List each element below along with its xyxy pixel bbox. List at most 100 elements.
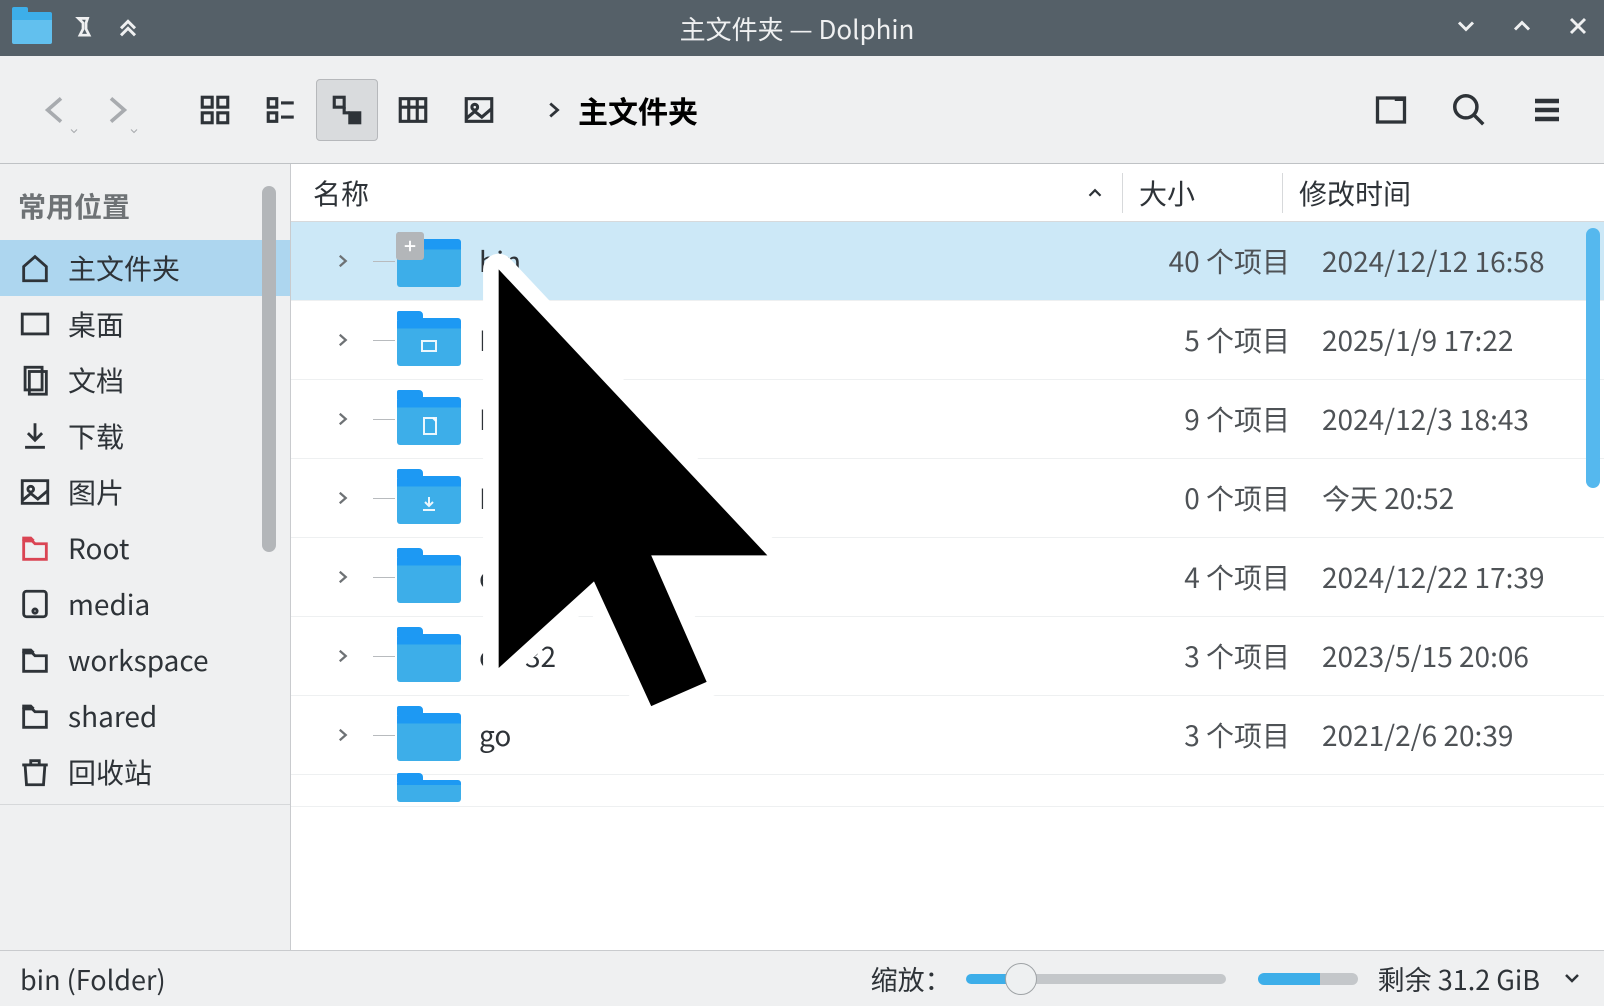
maximize-icon[interactable] bbox=[1508, 12, 1536, 45]
forward-button[interactable] bbox=[86, 75, 146, 145]
sidebar-divider bbox=[0, 804, 290, 805]
file-size: 9 个项目 bbox=[1146, 399, 1306, 439]
pin-icon[interactable] bbox=[70, 13, 96, 44]
file-name: env bbox=[479, 557, 1146, 597]
file-date: 2021/2/6 20:39 bbox=[1306, 715, 1604, 755]
file-size: 3 个项目 bbox=[1146, 636, 1306, 676]
statusbar-menu-icon[interactable] bbox=[1560, 959, 1584, 998]
file-date: 今天 20:52 bbox=[1306, 478, 1604, 518]
file-size: 0 个项目 bbox=[1146, 478, 1306, 518]
file-row[interactable]: Downloads 0 个项目 今天 20:52 bbox=[291, 459, 1604, 538]
sidebar-item-label: shared bbox=[68, 696, 157, 736]
folder-icon bbox=[397, 391, 467, 447]
file-row[interactable]: esp32 3 个项目 2023/5/15 20:06 bbox=[291, 617, 1604, 696]
sidebar-scrollbar[interactable] bbox=[262, 186, 276, 552]
expand-icon[interactable] bbox=[333, 331, 351, 349]
folder-icon bbox=[397, 628, 467, 684]
folder-icon bbox=[397, 778, 467, 804]
close-icon[interactable] bbox=[1564, 12, 1592, 45]
sidebar-item-label: workspace bbox=[68, 640, 209, 680]
file-name: go bbox=[479, 715, 1146, 755]
file-list: bin 40 个项目 2024/12/12 16:58 Desktop 5 个项… bbox=[291, 222, 1604, 950]
zoom-label: 缩放： bbox=[871, 959, 952, 998]
sidebar-item-trash[interactable]: 回收站 bbox=[0, 744, 290, 800]
file-date: 2024/12/3 18:43 bbox=[1306, 399, 1604, 439]
sidebar-item-downloads[interactable]: 下载 bbox=[0, 408, 290, 464]
expand-icon[interactable] bbox=[333, 252, 351, 270]
file-date: 2024/12/12 16:58 bbox=[1306, 241, 1604, 281]
file-row[interactable]: env 4 个项目 2024/12/22 17:39 bbox=[291, 538, 1604, 617]
sidebar-item-label: 桌面 bbox=[68, 304, 124, 344]
folder-icon bbox=[397, 470, 467, 526]
sidebar-item-label: media bbox=[68, 584, 150, 624]
file-name: bin bbox=[479, 241, 1146, 281]
icons-view-button[interactable] bbox=[184, 79, 246, 141]
expand-icon[interactable] bbox=[333, 647, 351, 665]
sidebar-item-label: Root bbox=[68, 528, 129, 568]
sidebar-item-label: 主文件夹 bbox=[68, 248, 180, 288]
file-name: esp32 bbox=[479, 636, 1146, 676]
file-date: 2024/12/22 17:39 bbox=[1306, 557, 1604, 597]
expand-icon[interactable] bbox=[333, 726, 351, 744]
file-date: 2025/1/9 17:22 bbox=[1306, 320, 1604, 360]
expand-icon[interactable] bbox=[333, 410, 351, 428]
sidebar-item-workspace[interactable]: workspace bbox=[0, 632, 290, 688]
file-name: Downloads bbox=[479, 478, 1146, 518]
compact-view-button[interactable] bbox=[250, 79, 312, 141]
window-titlebar: 主文件夹 — Dolphin bbox=[0, 0, 1604, 56]
statusbar: bin (Folder) 缩放： 剩余 31.2 GiB bbox=[0, 950, 1604, 1006]
status-selection: bin (Folder) bbox=[20, 959, 320, 998]
folder-icon bbox=[397, 312, 467, 368]
sidebar-item-label: 图片 bbox=[68, 472, 124, 512]
menu-button[interactable] bbox=[1516, 79, 1578, 141]
file-view: 名称 大小 修改时间 bin 40 个项目 2024/12/12 16:58 bbox=[290, 164, 1604, 950]
sidebar-heading: 常用位置 bbox=[0, 178, 290, 240]
app-icon bbox=[12, 12, 52, 44]
search-button[interactable] bbox=[1438, 79, 1500, 141]
toolbar: 主文件夹 bbox=[0, 56, 1604, 164]
sidebar: 常用位置 主文件夹 桌面 文档 下载 图片 Root media bbox=[0, 164, 290, 950]
sidebar-item-label: 文档 bbox=[68, 360, 124, 400]
zoom-slider-thumb[interactable] bbox=[1005, 963, 1037, 995]
file-row[interactable]: Desktop 5 个项目 2025/1/9 17:22 bbox=[291, 301, 1604, 380]
folder-icon bbox=[397, 707, 467, 763]
sidebar-item-label: 下载 bbox=[68, 416, 124, 456]
file-name: Desktop bbox=[479, 320, 1146, 360]
file-row[interactable]: bin 40 个项目 2024/12/12 16:58 bbox=[291, 222, 1604, 301]
breadcrumb-current[interactable]: 主文件夹 bbox=[578, 88, 698, 132]
file-list-scrollbar[interactable] bbox=[1586, 228, 1600, 488]
file-size: 3 个项目 bbox=[1146, 715, 1306, 755]
window-title: 主文件夹 — Dolphin bbox=[142, 10, 1452, 47]
sidebar-item-label: 回收站 bbox=[68, 752, 152, 792]
details-view-button[interactable] bbox=[316, 79, 378, 141]
column-header-row: 名称 大小 修改时间 bbox=[291, 164, 1604, 222]
sidebar-item-root[interactable]: Root bbox=[0, 520, 290, 576]
split-view-button[interactable] bbox=[1360, 79, 1422, 141]
column-header-name[interactable]: 名称 bbox=[291, 173, 1122, 213]
columns-view-button[interactable] bbox=[382, 79, 444, 141]
sidebar-item-pictures[interactable]: 图片 bbox=[0, 464, 290, 520]
sidebar-item-desktop[interactable]: 桌面 bbox=[0, 296, 290, 352]
sidebar-item-documents[interactable]: 文档 bbox=[0, 352, 290, 408]
sidebar-item-shared[interactable]: shared bbox=[0, 688, 290, 744]
back-button[interactable] bbox=[26, 75, 86, 145]
folder-icon bbox=[397, 233, 467, 289]
expand-icon[interactable] bbox=[333, 568, 351, 586]
file-row[interactable] bbox=[291, 775, 1604, 807]
preview-button[interactable] bbox=[448, 79, 510, 141]
folder-icon bbox=[397, 549, 467, 605]
column-header-date[interactable]: 修改时间 bbox=[1282, 173, 1580, 213]
file-date: 2023/5/15 20:06 bbox=[1306, 636, 1604, 676]
minimize-icon[interactable] bbox=[1452, 12, 1480, 45]
file-size: 5 个项目 bbox=[1146, 320, 1306, 360]
sidebar-item-home[interactable]: 主文件夹 bbox=[0, 240, 290, 296]
zoom-slider[interactable] bbox=[966, 974, 1226, 984]
column-header-size[interactable]: 大小 bbox=[1122, 173, 1282, 213]
file-row[interactable]: go 3 个项目 2021/2/6 20:39 bbox=[291, 696, 1604, 775]
file-size: 40 个项目 bbox=[1146, 241, 1306, 281]
sidebar-item-media[interactable]: media bbox=[0, 576, 290, 632]
collapse-icon[interactable] bbox=[114, 12, 142, 45]
file-name: Documents bbox=[479, 399, 1146, 439]
file-row[interactable]: Documents 9 个项目 2024/12/3 18:43 bbox=[291, 380, 1604, 459]
expand-icon[interactable] bbox=[333, 489, 351, 507]
